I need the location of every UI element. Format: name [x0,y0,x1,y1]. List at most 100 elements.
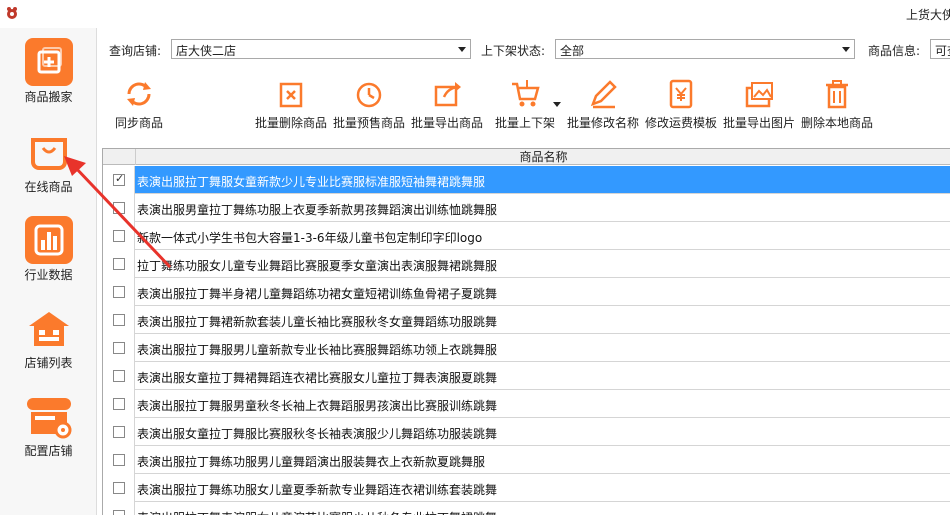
window-title: 上货大侠 [906,8,950,22]
batch-rename-button[interactable]: 批量修改名称 [565,78,641,134]
chevron-down-icon[interactable] [842,47,850,52]
table-row[interactable]: 表演出服拉丁舞半身裙儿童舞蹈练功裙女童短裙训练鱼骨裙子夏跳舞 [103,278,950,306]
product-name: 表演出服女童拉丁舞裙舞蹈连衣裙比赛服女儿童拉丁舞表演服夏跳舞 [137,371,498,385]
toolbar-button-label: 批量修改名称 [566,116,639,130]
row-checkbox-cell [103,194,135,222]
toolbar-button-label: 批量删除商品 [254,116,327,130]
toolbar-button-label: 批量导出商品 [410,116,483,130]
row-checkbox-cell [103,250,135,278]
row-checkbox[interactable] [113,482,125,494]
row-checkbox-cell [103,306,135,334]
toolbar-button-label: 批量预售商品 [332,116,405,130]
table-row[interactable]: 拉丁舞练功服女儿童专业舞蹈比赛服夏季女童演出表演服舞裙跳舞服 [103,250,950,278]
row-checkbox[interactable] [113,370,125,382]
row-checkbox-cell [103,446,135,474]
app-logo-icon [7,7,17,19]
sidebar-item-label: 店铺列表 [24,356,73,370]
clock-icon [356,82,382,108]
row-checkbox[interactable] [113,172,125,186]
table-row[interactable]: 表演出服拉丁舞服男儿童新款专业长袖比赛服舞蹈练功领上衣跳舞服 [103,334,950,362]
bag-icon [25,128,73,176]
info-input[interactable]: 可查 [930,39,950,59]
product-name: 表演出服拉丁舞练功服女儿童夏季新款专业舞蹈连衣裙训练套装跳舞 [137,483,498,497]
product-grid: 商品名称 表演出服拉丁舞服女童新款少儿专业比赛服标准服短袖舞裙跳舞服表演出服男童… [102,148,950,515]
sidebar: 商品搬家 在线商品 行业数据 店铺列表 配置店铺 [0,28,97,515]
product-name: 表演出服男童拉丁舞练功服上衣夏季新款男孩舞蹈演出训练恤跳舞服 [137,203,498,217]
row-checkbox-cell [103,278,135,306]
table-row[interactable]: 表演出服拉丁舞服女童新款少儿专业比赛服标准服短袖舞裙跳舞服 [103,166,950,194]
table-row[interactable]: 表演出服男童拉丁舞练功服上衣夏季新款男孩舞蹈演出训练恤跳舞服 [103,194,950,222]
table-row[interactable]: 表演出服女童拉丁舞服比赛服秋冬长袖表演服少儿舞蹈练功服装跳舞 [103,418,950,446]
product-name: 表演出服拉丁舞表演服女儿童演艺比赛服少儿秋冬专业拉丁舞裙跳舞 [137,509,497,515]
table-row[interactable]: 表演出服拉丁舞练功服男儿童舞蹈演出服装舞衣上衣新款夏跳舞服 [103,446,950,474]
store-gear-icon [25,392,73,440]
info-label: 商品信息: [868,44,921,58]
table-row[interactable]: 表演出服拉丁舞裙新款套装儿童长袖比赛服秋冬女童舞蹈练功服跳舞 [103,306,950,334]
toolbar-button-label: 批量导出图片 [722,116,795,130]
toolbar-button-label: 修改运费模板 [644,116,717,130]
grid-header: 商品名称 [103,149,950,165]
row-checkbox-cell [103,222,135,250]
sync-icon [127,82,151,106]
product-name: 表演出服拉丁舞练功服男儿童舞蹈演出服装舞衣上衣新款夏跳舞服 [137,455,486,469]
row-checkbox[interactable] [113,258,125,270]
sidebar-item-industry-data[interactable]: 行业数据 [0,208,97,296]
product-name: 表演出服女童拉丁舞服比赛服秋冬长袖表演服少儿舞蹈练功服装跳舞 [137,427,498,441]
product-name: 表演出服拉丁舞半身裙儿童舞蹈练功裙女童短裙训练鱼骨裙子夏跳舞 [137,287,498,301]
cart-icon [512,80,540,107]
batch-export-images-button[interactable]: 批量导出图片 [721,78,797,134]
row-checkbox-cell [103,166,135,194]
product-name: 拉丁舞练功服女儿童专业舞蹈比赛服夏季女童演出表演服舞裙跳舞服 [137,259,498,273]
dropdown-arrow-icon[interactable] [553,102,561,108]
row-checkbox[interactable] [113,426,125,438]
row-checkbox-cell [103,474,135,502]
row-checkbox[interactable] [113,286,125,298]
row-checkbox[interactable] [113,398,125,410]
row-checkbox[interactable] [113,314,125,326]
table-row[interactable]: 表演出服拉丁舞表演服女儿童演艺比赛服少儿秋冬专业拉丁舞裙跳舞 [103,502,950,515]
table-row[interactable]: 新款一体式小学生书包大容量1-3-6年级儿童书包定制印字印logo [103,222,950,250]
row-checkbox-cell [103,334,135,362]
delete-local-products-button[interactable]: 删除本地商品 [799,78,875,134]
delete-box-icon [279,82,303,108]
row-checkbox[interactable] [113,230,125,242]
sidebar-item-label: 在线商品 [24,180,73,194]
trash-icon [826,80,848,109]
row-checkbox-cell [103,418,135,446]
product-name: 新款一体式小学生书包大容量1-3-6年级儿童书包定制印字印logo [137,231,483,245]
sidebar-item-configure-store[interactable]: 配置店铺 [0,384,97,472]
shop-select[interactable]: 店大侠二店 [171,39,471,59]
sidebar-item-store-list[interactable]: 店铺列表 [0,296,97,384]
info-input-value: 可查 [935,44,950,58]
bar-chart-icon [25,216,73,264]
row-checkbox[interactable] [113,454,125,466]
sidebar-item-label: 行业数据 [24,268,73,282]
column-header-product-name[interactable]: 商品名称 [135,149,950,165]
batch-presale-button[interactable]: 批量预售商品 [331,78,407,134]
shipping-template-button[interactable]: 修改运费模板 [643,78,719,134]
sidebar-item-online-products[interactable]: 在线商品 [0,120,97,208]
product-name: 表演出服拉丁舞服男童秋冬长袖上衣舞蹈服男孩演出比赛服训练跳舞 [137,399,498,413]
image-export-icon [745,82,773,108]
row-checkbox[interactable] [113,510,125,515]
row-checkbox-cell [103,390,135,418]
chevron-down-icon[interactable] [458,47,466,52]
export-icon [434,82,461,107]
row-checkbox[interactable] [113,342,125,354]
table-row[interactable]: 表演出服女童拉丁舞裙舞蹈连衣裙比赛服女儿童拉丁舞表演服夏跳舞 [103,362,950,390]
row-checkbox[interactable] [113,202,125,214]
batch-delete-button[interactable]: 批量删除商品 [253,78,329,134]
product-name: 表演出服拉丁舞服女童新款少儿专业比赛服标准服短袖舞裙跳舞服 [137,175,486,189]
status-select[interactable]: 全部 [555,39,855,59]
shop-select-value: 店大侠二店 [176,44,237,58]
table-row[interactable]: 表演出服拉丁舞练功服女儿童夏季新款专业舞蹈连衣裙训练套装跳舞 [103,474,950,502]
batch-export-button[interactable]: 批量导出商品 [409,78,485,134]
title-bar: 上货大侠 [0,0,950,28]
sidebar-item-product-move[interactable]: 商品搬家 [0,30,97,118]
status-select-value: 全部 [560,44,585,58]
sync-products-button[interactable]: 同步商品 [111,78,167,134]
row-checkbox-cell [103,502,135,515]
batch-listing-button[interactable]: 批量上下架 [487,78,563,134]
table-row[interactable]: 表演出服拉丁舞服男童秋冬长袖上衣舞蹈服男孩演出比赛服训练跳舞 [103,390,950,418]
toolbar-button-label: 删除本地商品 [800,116,873,130]
